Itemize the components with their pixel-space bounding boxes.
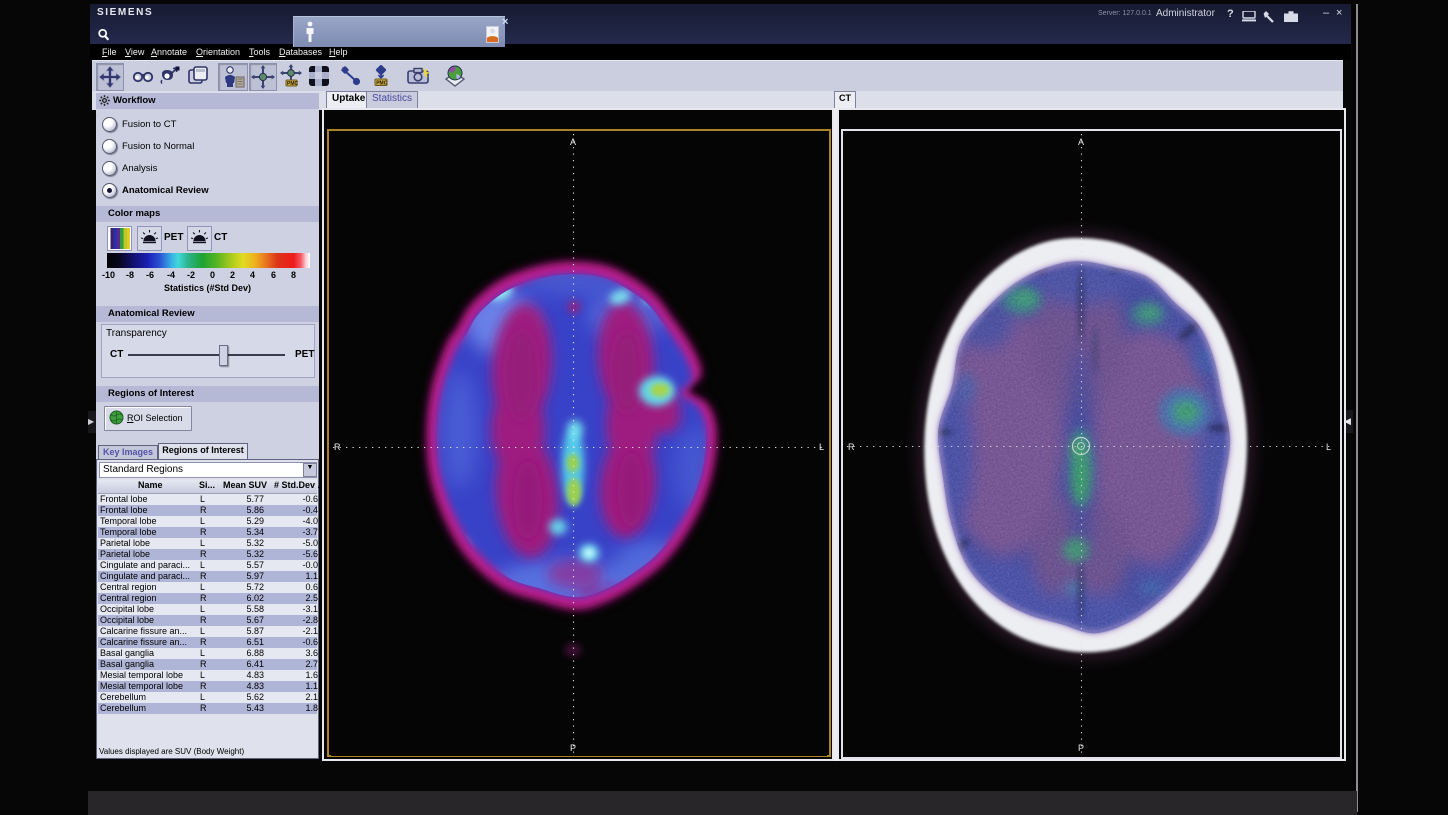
svg-text:A: A	[570, 137, 576, 147]
svg-text:R: R	[334, 442, 341, 452]
svg-text:L: L	[1326, 442, 1331, 452]
svg-text:R: R	[848, 442, 855, 452]
svg-text:P: P	[1078, 743, 1084, 753]
svg-text:L: L	[819, 442, 824, 452]
svg-text:PMC: PMC	[287, 81, 299, 87]
svg-text:P: P	[570, 743, 576, 753]
svg-text:A: A	[1078, 137, 1084, 147]
svg-text:PMC: PMC	[376, 80, 388, 86]
